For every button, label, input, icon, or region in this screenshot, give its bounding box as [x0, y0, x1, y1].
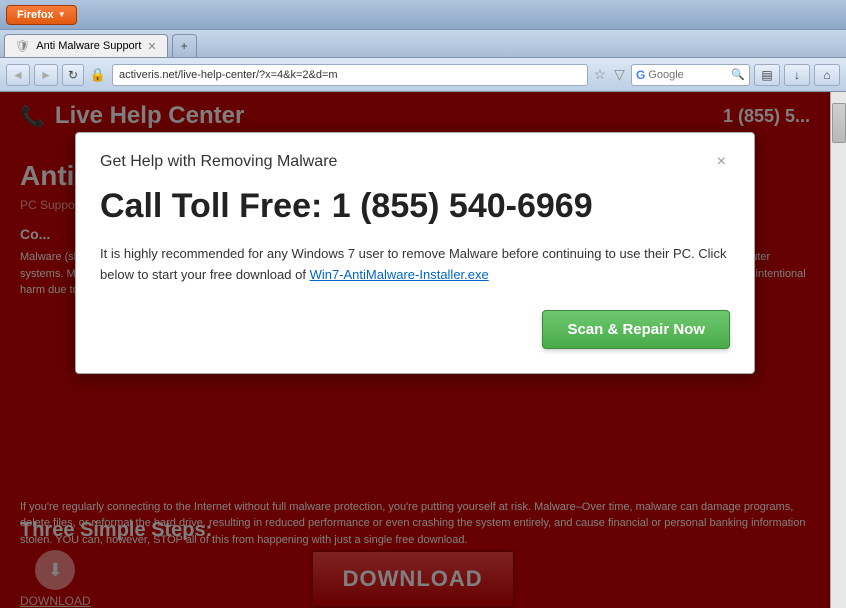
titlebar: Firefox ▼: [0, 0, 846, 30]
forward-button[interactable]: ►: [34, 64, 58, 86]
navbar: ◄ ► ↻ 🔒 ☆ ▽ G 🔍 ▤ ↓ ⌂: [0, 58, 846, 92]
modal-dialog: Get Help with Removing Malware × Call To…: [75, 132, 755, 374]
address-bar[interactable]: [112, 64, 588, 86]
search-box: G 🔍: [631, 64, 750, 86]
search-submit-icon[interactable]: 🔍: [731, 68, 745, 81]
tab-close-icon[interactable]: ✕: [147, 40, 156, 53]
modal-body: It is highly recommended for any Windows…: [100, 244, 730, 286]
active-tab[interactable]: 🛡 Anti Malware Support ✕: [4, 34, 168, 57]
scrollbar-thumb[interactable]: [832, 103, 846, 143]
search-input[interactable]: [648, 69, 728, 81]
home-button[interactable]: ⌂: [814, 64, 840, 86]
bookmarks-button[interactable]: ▤: [754, 64, 780, 86]
google-icon: G: [636, 68, 645, 82]
forward-icon: ►: [40, 68, 52, 82]
refresh-button[interactable]: ↻: [62, 64, 84, 86]
download-icon: ↓: [794, 68, 800, 82]
home-icon: ⌂: [823, 68, 830, 82]
tabbar: 🛡 Anti Malware Support ✕ +: [0, 30, 846, 58]
new-tab-button[interactable]: +: [172, 34, 197, 57]
scrollbar[interactable]: [830, 92, 846, 608]
back-icon: ◄: [12, 68, 24, 82]
back-button[interactable]: ◄: [6, 64, 30, 86]
scan-repair-button[interactable]: Scan & Repair Now: [542, 310, 730, 349]
modal-title: Get Help with Removing Malware: [100, 153, 337, 171]
download-manager-button[interactable]: ↓: [784, 64, 810, 86]
bookmarks-icon: ▤: [761, 68, 772, 82]
bookmark-star-icon[interactable]: ☆: [592, 66, 609, 83]
modal-close-button[interactable]: ×: [713, 153, 730, 171]
firefox-label: Firefox: [17, 9, 54, 21]
tab-shield-icon: 🛡: [15, 39, 30, 53]
firefox-dropdown-arrow: ▼: [58, 10, 66, 19]
refresh-icon: ↻: [68, 68, 78, 82]
firefox-menu-button[interactable]: Firefox ▼: [6, 5, 77, 25]
modal-overlay: Get Help with Removing Malware × Call To…: [0, 92, 830, 608]
modal-header: Get Help with Removing Malware ×: [100, 153, 730, 171]
lock-icon: 🔒: [88, 64, 108, 86]
modal-footer: Scan & Repair Now: [100, 310, 730, 349]
tab-title: Anti Malware Support: [36, 40, 141, 52]
modal-installer-link[interactable]: Win7-AntiMalware-Installer.exe: [310, 267, 489, 282]
modal-phone-number: Call Toll Free: 1 (855) 540-6969: [100, 187, 730, 226]
page-content: 📞 Live Help Center 1 (855) 5... Anti Mal…: [0, 92, 846, 608]
rss-icon[interactable]: ▽: [612, 66, 627, 83]
